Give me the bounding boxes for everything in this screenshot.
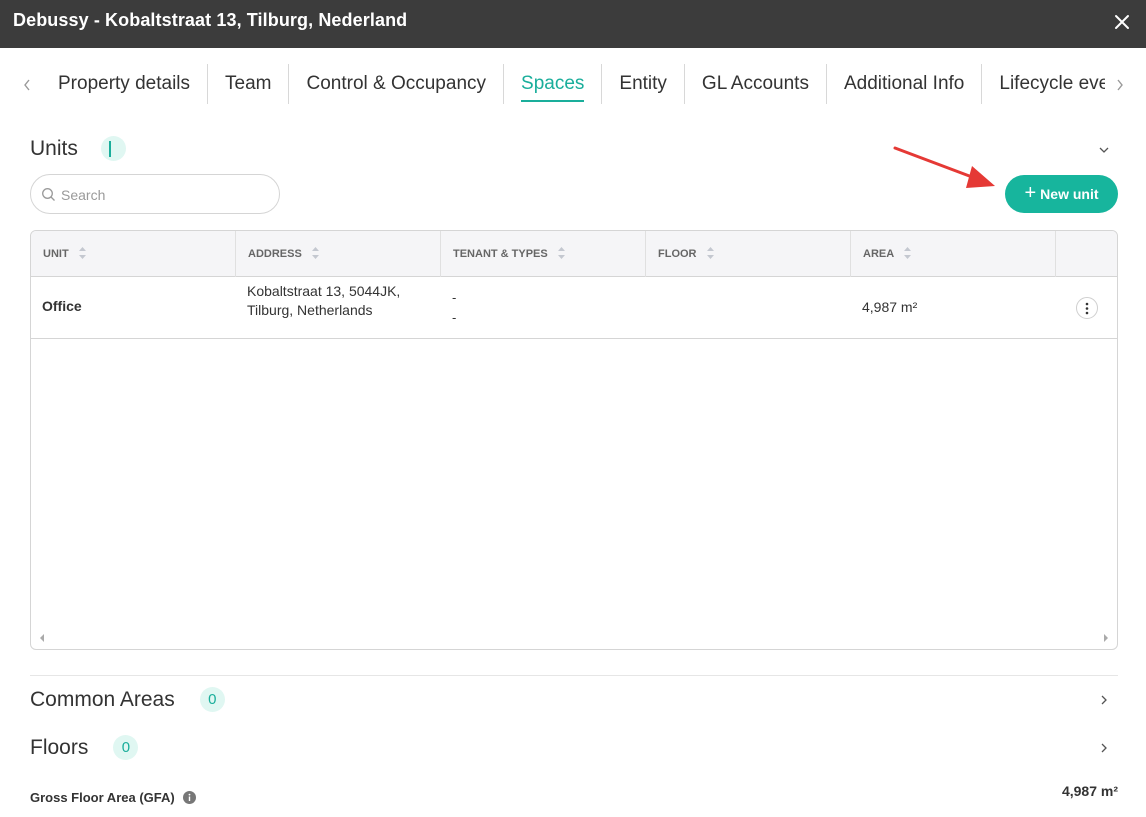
section-divider [30,675,1118,676]
search-input[interactable] [61,184,271,206]
column-header-tenant-types[interactable]: TENANT & TYPES [441,231,646,277]
tab-gl-accounts[interactable]: GL Accounts [685,64,827,104]
search-icon [42,188,55,201]
tab-spaces[interactable]: Spaces [504,64,603,104]
units-header: Units [30,136,126,161]
floors-header[interactable]: Floors 0 [30,735,139,760]
sort-icon [557,247,565,260]
tab-control-occupancy[interactable]: Control & Occupancy [289,64,505,104]
table-header: UNIT ADDRESS TENANT & TYPES FLOOR AREA [31,231,1117,277]
units-table: UNIT ADDRESS TENANT & TYPES FLOOR AREA O… [30,230,1118,650]
column-header-actions [1056,231,1117,277]
floors-title: Floors [30,735,89,759]
common-areas-title: Common Areas [30,687,175,711]
scroll-right-arrow-icon[interactable] [1103,634,1109,642]
scroll-left-icon[interactable] [20,76,34,94]
floors-expand-icon[interactable] [1097,741,1111,755]
common-areas-expand-icon[interactable] [1097,693,1111,707]
sort-icon [78,247,86,260]
info-icon[interactable] [182,791,196,804]
cell-types: - [452,310,457,325]
scroll-left-arrow-icon[interactable] [39,634,45,642]
gfa-value: 4,987 m² [1061,783,1118,799]
new-unit-button[interactable]: + New unit [1005,175,1118,213]
cell-area: 4,987 m² [862,299,918,315]
tab-team[interactable]: Team [208,64,290,104]
more-vertical-icon [1085,302,1089,315]
close-button[interactable] [1110,10,1134,34]
column-header-unit[interactable]: UNIT [31,231,236,277]
floors-count-badge: 0 [113,735,139,760]
cell-tenant-types: - - [452,288,456,328]
units-title: Units [30,136,78,160]
tab-additional-info[interactable]: Additional Info [827,64,983,104]
close-icon [1115,15,1129,29]
units-search[interactable] [30,174,280,214]
modal-title: Debussy - Kobaltstraat 13, Tilburg, Nede… [13,10,408,30]
tab-bar: Property details Team Control & Occupanc… [0,48,1146,124]
column-header-floor[interactable]: FLOOR [646,231,851,277]
column-header-area[interactable]: AREA [851,231,1056,277]
tab-entity[interactable]: Entity [602,64,685,104]
cell-unit: Office [42,298,82,314]
sort-icon [706,247,714,260]
new-unit-label: New unit [1040,186,1099,202]
table-row[interactable]: Office Kobaltstraat 13, 5044JK, Tilburg,… [31,277,1117,339]
row-actions-button[interactable] [1076,297,1098,319]
tab-lifecycle-events[interactable]: Lifecycle events [982,64,1105,104]
plus-icon: + [1024,182,1037,204]
text-cursor [108,141,111,157]
gfa-label: Gross Floor Area (GFA) [30,790,196,805]
sort-icon [903,247,911,260]
scroll-right-icon[interactable] [1113,76,1127,94]
common-areas-count-badge: 0 [199,687,225,712]
column-header-address[interactable]: ADDRESS [236,231,441,277]
modal-titlebar: Debussy - Kobaltstraat 13, Tilburg, Nede… [0,0,1146,48]
cell-address: Kobaltstraat 13, 5044JK, Tilburg, Nether… [247,283,401,318]
annotation-arrow-icon [893,146,995,188]
units-collapse-icon[interactable] [1097,143,1111,157]
cell-tenant: - [452,290,457,305]
tab-property-details[interactable]: Property details [41,64,209,104]
sort-icon [311,247,319,260]
common-areas-header[interactable]: Common Areas 0 [30,687,225,712]
units-count-badge [100,136,126,161]
